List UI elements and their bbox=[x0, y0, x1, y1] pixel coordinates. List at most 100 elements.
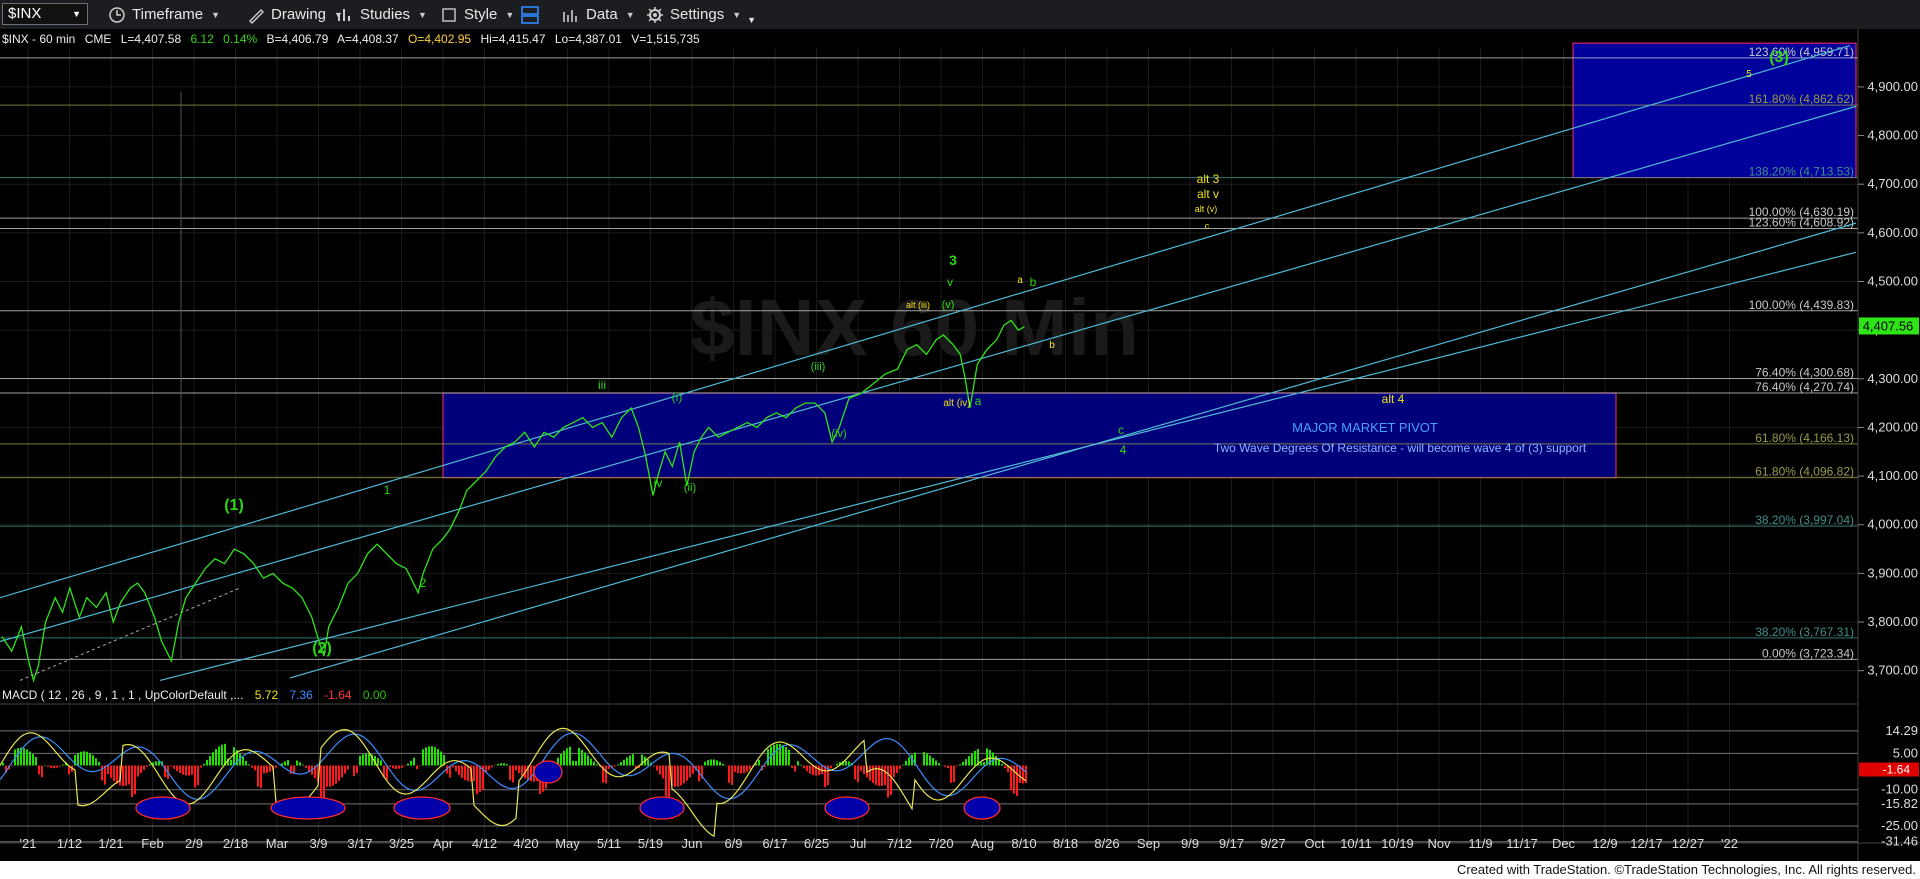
price-chart[interactable]: $INX 60 Min 123.60% (4,959.71)161.80% (4… bbox=[0, 29, 1920, 861]
highlight-oval bbox=[533, 760, 563, 784]
fib-label: 100.00% (4,439.83) bbox=[1749, 298, 1854, 312]
macd-bar bbox=[893, 765, 895, 777]
x-tick-label: Sep bbox=[1137, 836, 1160, 851]
caret-icon: ▼ bbox=[211, 9, 221, 20]
x-tick-label: 3/25 bbox=[389, 836, 414, 851]
macd-bar bbox=[683, 765, 685, 784]
wave-label: v bbox=[947, 275, 953, 289]
y-tick-label: 4,800.00 bbox=[1867, 128, 1918, 143]
macd-bar bbox=[53, 765, 55, 769]
macd-bar bbox=[974, 750, 976, 766]
chevron-down-icon[interactable]: ▼ bbox=[72, 4, 81, 24]
ohlc-ask: A=4,408.37 bbox=[337, 32, 399, 46]
macd-bar bbox=[218, 746, 220, 766]
x-tick-label: Apr bbox=[433, 836, 454, 851]
fib-label: 161.80% (4,862.62) bbox=[1749, 92, 1854, 106]
ohlc-exchange: CME bbox=[85, 32, 112, 46]
macd-bar bbox=[497, 763, 499, 766]
macd-bar bbox=[896, 765, 898, 774]
macd-bar bbox=[560, 753, 562, 766]
macd-bar bbox=[905, 760, 907, 766]
macd-bar bbox=[899, 765, 901, 769]
ohlc-symbol: $INX - 60 min bbox=[2, 32, 75, 46]
wave-label: (ii) bbox=[684, 482, 696, 494]
macd-bar bbox=[344, 765, 346, 774]
pivot-note: Two Wave Degrees Of Resistance - will be… bbox=[1214, 441, 1587, 455]
macd-bar bbox=[98, 761, 100, 766]
macd-tick-label: -15.82 bbox=[1881, 796, 1918, 811]
macd-bar bbox=[440, 751, 442, 766]
macd-bar bbox=[32, 754, 34, 766]
macd-bar bbox=[356, 765, 358, 773]
macd-bar bbox=[965, 759, 967, 766]
wave-label: a bbox=[1017, 275, 1023, 286]
macd-bar bbox=[689, 765, 691, 778]
macd-bar bbox=[50, 765, 52, 768]
macd-bar bbox=[302, 764, 304, 766]
macd-bar bbox=[335, 765, 337, 784]
macd-bar bbox=[224, 743, 226, 766]
macd-bar bbox=[23, 748, 25, 766]
wave-label: (v) bbox=[942, 299, 955, 311]
macd-bar bbox=[221, 744, 223, 766]
macd-bar bbox=[1016, 765, 1018, 797]
macd-bar bbox=[566, 748, 568, 766]
macd-bar bbox=[422, 749, 424, 766]
macd-bar bbox=[188, 765, 190, 776]
macd-bar bbox=[191, 765, 193, 775]
watermark: $INX 60 Min bbox=[690, 283, 1139, 372]
x-tick-label: 9/27 bbox=[1260, 836, 1285, 851]
macd-bar bbox=[116, 765, 118, 784]
macd-bar bbox=[395, 765, 397, 769]
macd-bar bbox=[362, 754, 364, 766]
highlight-oval bbox=[963, 796, 1001, 820]
macd-bar bbox=[836, 763, 838, 766]
macd-bar bbox=[377, 758, 379, 766]
macd-bar bbox=[632, 754, 634, 766]
macd-bar bbox=[458, 765, 460, 775]
macd-bar bbox=[425, 747, 427, 766]
macd-diff-value: -1.64 bbox=[324, 688, 352, 702]
macd-bar bbox=[983, 762, 985, 766]
fib-label: 76.40% (4,300.68) bbox=[1755, 365, 1854, 379]
drawing-button[interactable]: Drawing▼ bbox=[247, 3, 343, 26]
macd-bar bbox=[215, 749, 217, 766]
macd-bar bbox=[881, 765, 883, 786]
macd-bar bbox=[101, 765, 103, 781]
macd-bar bbox=[479, 765, 481, 793]
macd-bar bbox=[719, 761, 721, 766]
x-tick-label: Dec bbox=[1552, 836, 1576, 851]
macd-bar bbox=[428, 746, 430, 766]
ohlc-header: $INX - 60 min CME L=4,407.58 6.12 0.14% … bbox=[2, 32, 700, 46]
ohlc-high: Hi=4,415.47 bbox=[480, 32, 545, 46]
macd-bar bbox=[359, 755, 361, 766]
macd-bar bbox=[95, 758, 97, 766]
wave-label: alt (iv) bbox=[943, 398, 970, 409]
macd-bar bbox=[614, 765, 616, 767]
more-icon[interactable]: ▼ bbox=[747, 15, 756, 25]
symbol-text: $INX bbox=[8, 5, 42, 22]
symbol-input[interactable]: $INX ▼ bbox=[2, 3, 88, 25]
style-button[interactable]: Style ▼ bbox=[440, 3, 514, 26]
macd-bar bbox=[749, 765, 751, 770]
macd-bar bbox=[305, 765, 307, 768]
macd-bar bbox=[860, 765, 862, 771]
macd-bar bbox=[728, 765, 730, 783]
macd-bar bbox=[296, 760, 298, 766]
studies-button[interactable]: Studies ▼ bbox=[336, 3, 427, 26]
layout-button[interactable] bbox=[520, 3, 540, 26]
x-tick-label: 3/17 bbox=[347, 836, 372, 851]
macd-bar bbox=[515, 765, 517, 771]
timeframe-button[interactable]: Timeframe ▼ bbox=[108, 3, 220, 26]
macd-bar bbox=[179, 765, 181, 774]
macd-current-label: -1.64 bbox=[1883, 762, 1911, 776]
gear-icon bbox=[647, 6, 663, 23]
macd-bar bbox=[773, 744, 775, 766]
macd-bar bbox=[788, 749, 790, 766]
target-box-rect bbox=[1572, 42, 1857, 179]
settings-button[interactable]: Settings ▼ ▼ bbox=[646, 3, 756, 26]
x-tick-label: 10/19 bbox=[1381, 836, 1414, 851]
macd-bar bbox=[332, 765, 334, 786]
macd-bar bbox=[80, 751, 82, 766]
data-button[interactable]: Data ▼ bbox=[562, 3, 635, 26]
